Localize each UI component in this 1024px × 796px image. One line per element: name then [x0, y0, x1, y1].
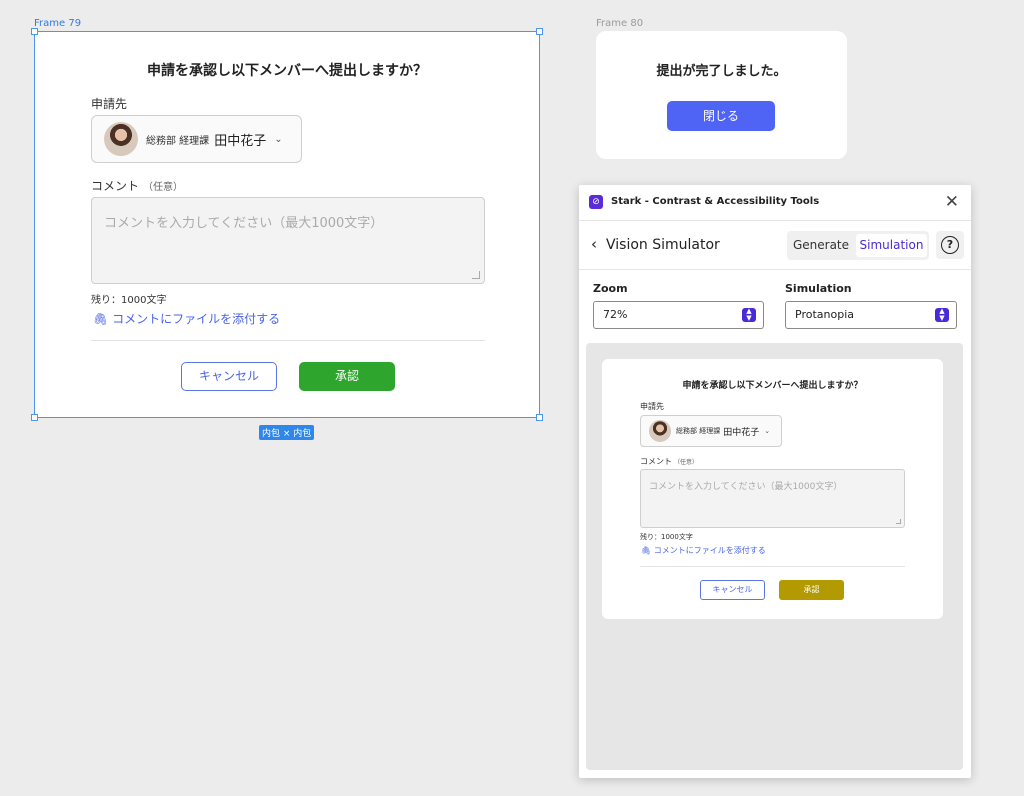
stark-logo-icon: ⊘: [589, 195, 603, 209]
frame79-label[interactable]: Frame 79: [34, 18, 81, 29]
comment-optional: （任意）: [143, 182, 184, 193]
resize-handle-top-left[interactable]: [31, 28, 38, 35]
comment-placeholder: コメントを入力してください（最大1000文字）: [104, 216, 384, 231]
zoom-value: 72%: [603, 308, 628, 321]
user-name: 田中花子: [214, 133, 267, 149]
mode-tabs: Generate Simulation: [787, 231, 929, 260]
preview-cancel-button: キャンセル: [700, 580, 765, 600]
preview-comment-placeholder: コメントを入力してください（最大1000文字）: [649, 482, 843, 492]
zoom-label: Zoom: [593, 282, 628, 295]
simulation-value: Protanopia: [795, 308, 854, 321]
plugin-header: ⊘ Stark - Contrast & Accessibility Tools…: [579, 185, 971, 221]
recipient-select[interactable]: 総務部 経理課 田中花子 ⌄: [91, 115, 302, 163]
preview-user-avatar: [649, 420, 671, 442]
preview-comment-textarea: コメントを入力してください（最大1000文字）: [640, 469, 905, 528]
divider: [91, 340, 485, 341]
preview-comment-label: コメント （任意）: [640, 457, 699, 466]
preview-chevron-down-icon: ⌄: [764, 427, 771, 435]
resize-grip-icon[interactable]: [472, 271, 480, 279]
tab-simulation[interactable]: Simulation: [856, 234, 927, 257]
preview-user-department: 総務部 経理課: [676, 427, 721, 435]
resize-handle-bottom-right[interactable]: [536, 414, 543, 421]
close-button[interactable]: 閉じる: [667, 101, 775, 131]
select-stepper-icon: ▲ ▼: [742, 308, 756, 322]
preview-resize-grip-icon: [896, 519, 901, 524]
frame80-label[interactable]: Frame 80: [596, 18, 643, 29]
frame80-dialog[interactable]: 提出が完了しました。 閉じる: [596, 31, 847, 159]
remaining-chars: 残り：1000文字: [91, 295, 167, 306]
preview-approve-button: 承認: [779, 580, 844, 600]
user-department: 総務部 経理課: [146, 135, 210, 147]
preview-divider: [640, 566, 905, 567]
size-badge: 内包 × 内包: [259, 425, 315, 440]
preview-recipient-label: 申請先: [640, 402, 664, 411]
preview-paperclip-icon: 🖇: [641, 546, 652, 555]
back-arrow-icon[interactable]: ‹: [591, 235, 597, 253]
user-avatar: [104, 122, 138, 156]
dialog-title: 申請を承認し以下メンバーへ提出しますか？: [147, 63, 427, 79]
simulation-preview: 申請を承認し以下メンバーへ提出しますか？ 申請先 総務部 経理課 田中花子 ⌄ …: [586, 343, 963, 770]
help-icon: ?: [941, 236, 959, 254]
preview-dialog: 申請を承認し以下メンバーへ提出しますか？ 申請先 総務部 経理課 田中花子 ⌄ …: [602, 359, 943, 619]
help-button[interactable]: ?: [936, 231, 964, 259]
plugin-title: Stark - Contrast & Accessibility Tools: [611, 196, 820, 207]
resize-handle-bottom-left[interactable]: [31, 414, 38, 421]
simulation-select[interactable]: Protanopia ▲ ▼: [785, 301, 957, 329]
preview-dialog-title: 申請を承認し以下メンバーへ提出しますか？: [682, 381, 863, 391]
comment-label: コメント （任意）: [91, 179, 184, 193]
close-icon[interactable]: ✕: [945, 192, 959, 212]
preview-remaining-chars: 残り：1000文字: [640, 533, 693, 541]
frame79-dialog[interactable]: 申請を承認し以下メンバーへ提出しますか？ 申請先 総務部 経理課 田中花子 ⌄ …: [31, 28, 543, 421]
preview-user-name: 田中花子: [723, 427, 760, 438]
paperclip-icon: 🖇: [93, 312, 109, 326]
comment-textarea[interactable]: コメントを入力してください（最大1000文字）: [91, 197, 485, 284]
tab-generate[interactable]: Generate: [787, 231, 855, 260]
stark-plugin-window[interactable]: ⊘ Stark - Contrast & Accessibility Tools…: [579, 185, 971, 778]
simulation-label: Simulation: [785, 282, 852, 295]
approve-button[interactable]: 承認: [299, 362, 395, 391]
select-stepper-icon: ▲ ▼: [935, 308, 949, 322]
recipient-label: 申請先: [91, 97, 128, 111]
preview-recipient-select: 総務部 経理課 田中花子 ⌄: [640, 415, 782, 447]
zoom-select[interactable]: 72% ▲ ▼: [593, 301, 764, 329]
preview-attach-file-link: 🖇 コメントにファイルを添付する: [641, 546, 766, 555]
completion-title: 提出が完了しました。: [656, 64, 787, 79]
page-title: Vision Simulator: [606, 237, 720, 253]
chevron-down-icon: ⌄: [274, 133, 283, 145]
plugin-nav: ‹ Vision Simulator Generate Simulation ?: [579, 221, 971, 270]
cancel-button[interactable]: キャンセル: [181, 362, 277, 391]
attach-file-link[interactable]: 🖇 コメントにファイルを添付する: [93, 310, 280, 327]
resize-handle-top-right[interactable]: [536, 28, 543, 35]
